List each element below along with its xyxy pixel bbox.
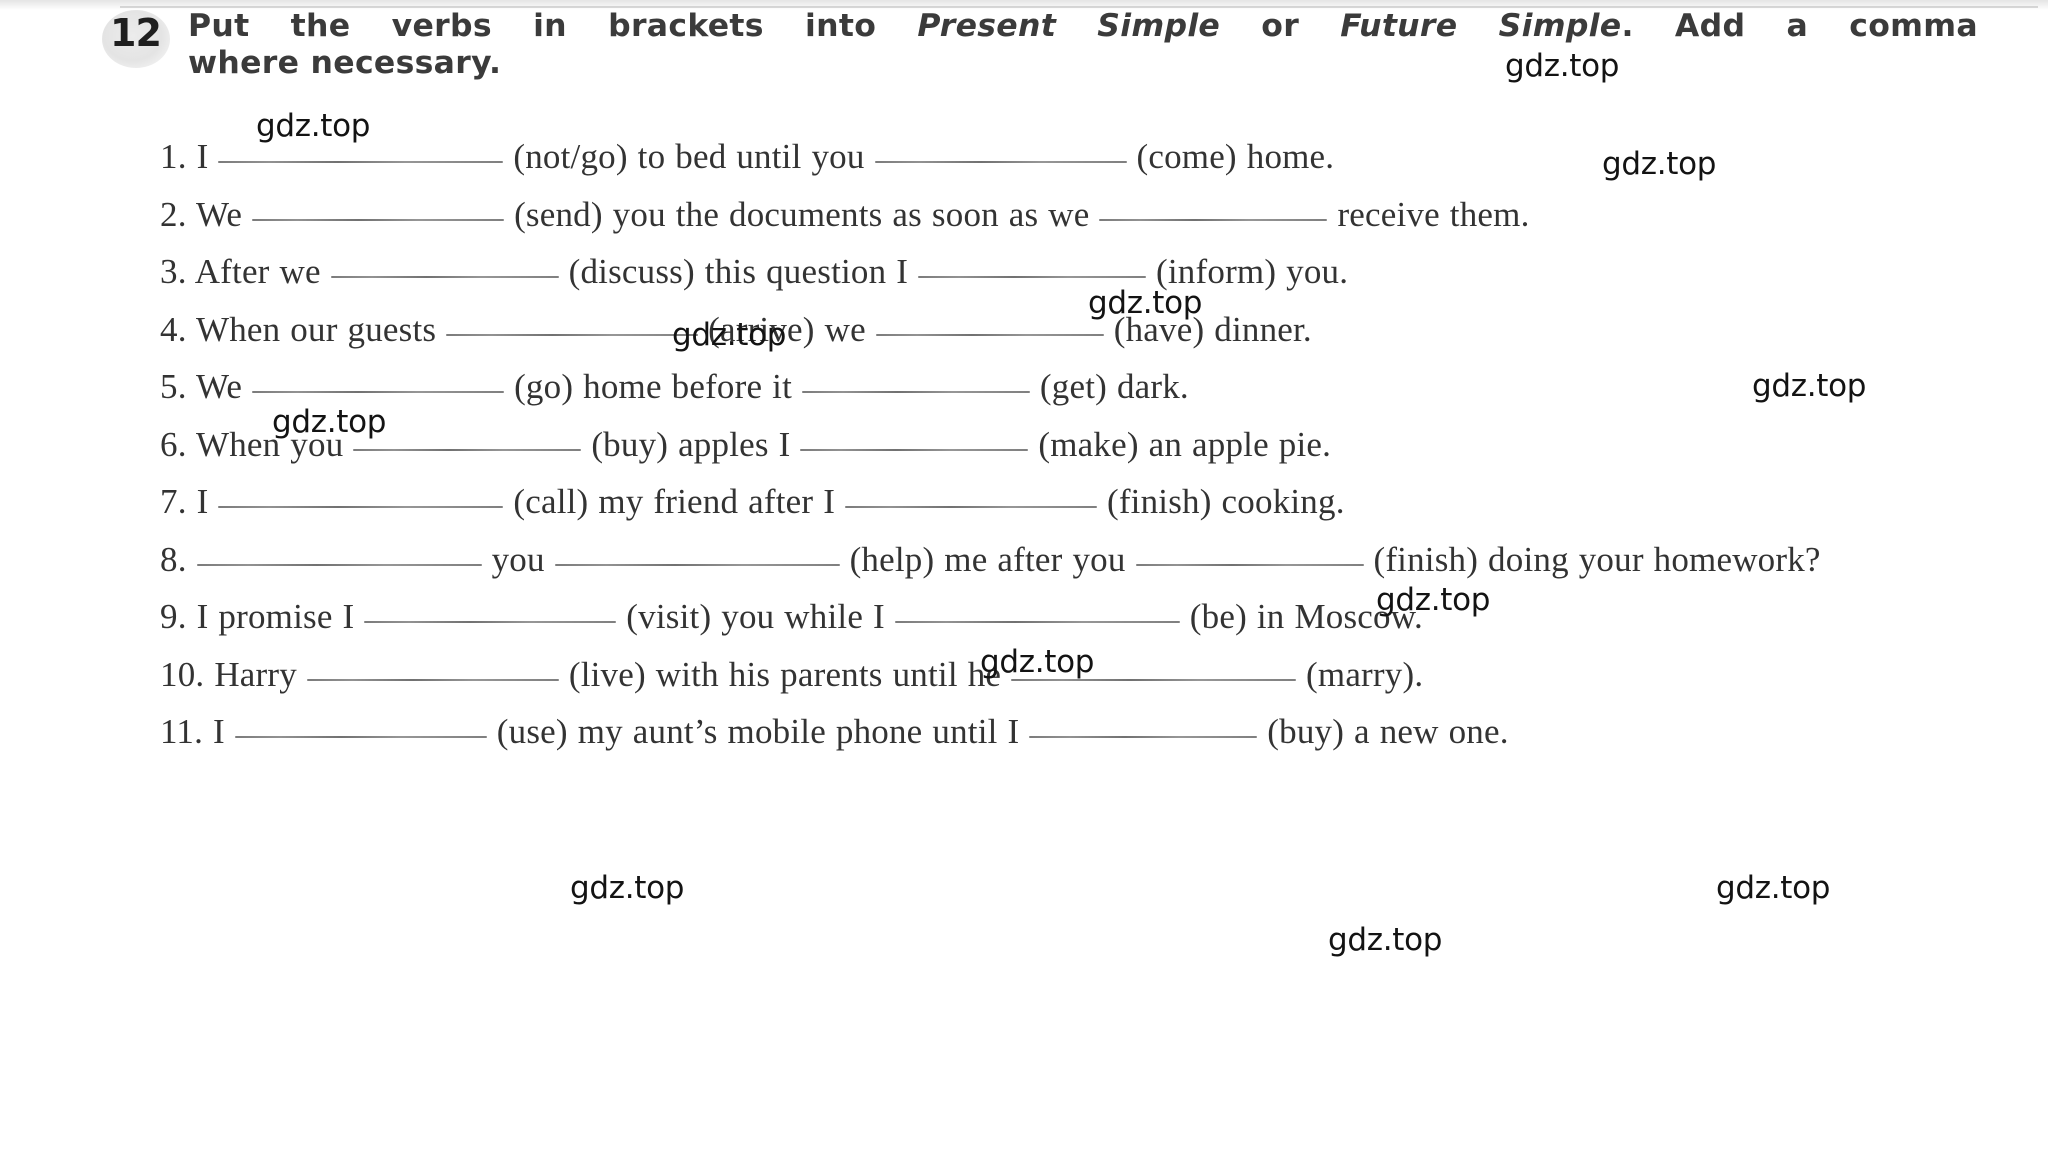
exercise-items: 1. I (not/go) to bed until you (come) ho… — [100, 128, 1975, 761]
item-text-c: (get) dark. — [1039, 367, 1189, 406]
answer-blank[interactable] — [875, 306, 1104, 341]
list-item: 10. Harry (live) with his parents until … — [100, 646, 1975, 704]
item-text-c: (come) home. — [1136, 137, 1335, 176]
answer-blank[interactable] — [1135, 536, 1364, 571]
list-item: 6. When you (buy) apples I (make) an app… — [100, 416, 1975, 474]
answer-blank[interactable] — [918, 248, 1147, 283]
item-text-a: I — [196, 137, 209, 176]
answer-blank[interactable] — [353, 421, 582, 456]
answer-blank[interactable] — [1029, 708, 1258, 743]
answer-blank[interactable] — [554, 536, 840, 571]
instruction-emphasis-present-simple: Present Simple — [917, 8, 1221, 44]
item-text-b: (not/go) to bed until you — [513, 137, 865, 176]
item-number: 5. — [160, 367, 187, 406]
item-text-b: (visit) you while I — [626, 597, 885, 636]
answer-blank[interactable] — [800, 421, 1029, 456]
list-item: 4. When our guests (arrive) we (have) di… — [100, 301, 1975, 359]
answer-blank[interactable] — [1099, 191, 1328, 226]
item-text-b: (discuss) this question I — [568, 252, 909, 291]
answer-blank[interactable] — [218, 133, 504, 168]
answer-blank[interactable] — [252, 363, 505, 398]
item-text-a: I — [196, 482, 209, 521]
item-number: 11. — [160, 712, 204, 751]
watermark-label: gdz.top — [1328, 922, 1443, 958]
item-text-c: receive them. — [1337, 194, 1530, 234]
item-text-d: Moscow. — [1294, 597, 1423, 636]
exercise-instruction-line-2: where necessary. — [188, 45, 502, 82]
item-text-b: you — [491, 539, 545, 579]
item-number: 1. — [160, 137, 187, 176]
item-number: 3. — [160, 252, 187, 291]
list-item: 5. We (go) home before it (get) dark. — [100, 358, 1975, 416]
item-text-c: (make) an apple pie. — [1038, 424, 1332, 464]
answer-blank[interactable] — [252, 191, 505, 226]
item-text-d: (finish) doing your homework? — [1373, 539, 1821, 579]
item-text-c: (help) me after you — [849, 539, 1126, 579]
list-item: 9. I promise I (visit) you while I (be) … — [100, 588, 1975, 646]
item-number: 2. — [160, 194, 187, 234]
item-number: 4. — [160, 309, 187, 349]
list-item: 2. We (send) you the documents as soon a… — [100, 186, 1975, 244]
item-text-b: (live) with his parents until he — [568, 654, 1002, 694]
watermark-label: gdz.top — [570, 870, 685, 906]
item-text-b: (call) my friend after I — [513, 482, 836, 521]
exercise-number-badge: 12 — [100, 8, 178, 70]
exercise-instruction-line-1: Put the verbs in brackets into Present S… — [188, 8, 1978, 44]
answer-blank[interactable] — [306, 651, 559, 686]
exercise-instruction: Put the verbs in brackets into Present S… — [178, 8, 1978, 83]
item-text-a: We — [195, 367, 243, 406]
instruction-part-1: Put the verbs in brackets into — [188, 8, 918, 44]
instruction-emphasis-future-simple: Future Simple — [1340, 8, 1622, 44]
answer-blank[interactable] — [845, 478, 1098, 513]
answer-blank[interactable] — [446, 306, 699, 341]
item-text-c: (be) in — [1189, 597, 1285, 636]
answer-blank[interactable] — [1011, 651, 1297, 686]
item-text-c: (inform) — [1156, 252, 1277, 291]
item-text-a: Harry — [214, 654, 297, 694]
item-text-a: We — [195, 194, 243, 234]
answer-blank[interactable] — [801, 363, 1030, 398]
watermark-label: gdz.top — [1716, 870, 1831, 906]
item-number: 6. — [160, 424, 187, 464]
answer-blank[interactable] — [234, 708, 487, 743]
item-number: 7. — [160, 482, 187, 521]
item-text-a: I promise I — [196, 597, 355, 636]
list-item: 7. I (call) my friend after I (finish) c… — [100, 473, 1975, 531]
answer-blank[interactable] — [330, 248, 559, 283]
answer-blank[interactable] — [364, 593, 617, 628]
list-item: 1. I (not/go) to bed until you (come) ho… — [100, 128, 1975, 186]
list-item: 11. I (use) my aunt’s mobile phone until… — [100, 703, 1975, 761]
item-text-d: you. — [1286, 252, 1349, 291]
answer-blank[interactable] — [196, 536, 482, 571]
item-text-a: After we — [194, 252, 321, 291]
item-text-b: (send) you the documents as soon as we — [514, 194, 1090, 234]
item-number: 10. — [160, 654, 205, 694]
item-number: 8. — [160, 539, 187, 579]
answer-blank[interactable] — [218, 478, 504, 513]
worksheet-page: 12 Put the verbs in brackets into Presen… — [0, 0, 2048, 1173]
item-text-a: I — [213, 712, 225, 751]
item-text-b: (go) home before it — [514, 367, 793, 406]
answer-blank[interactable] — [894, 593, 1180, 628]
item-text-c: (marry). — [1306, 654, 1424, 694]
item-number: 9. — [160, 597, 187, 636]
exercise-header: 12 Put the verbs in brackets into Presen… — [100, 8, 1978, 83]
answer-blank[interactable] — [874, 133, 1127, 168]
exercise-number: 12 — [110, 11, 162, 55]
item-text-a: When you — [195, 424, 344, 464]
item-text-b: (use) my aunt’s mobile phone until I — [496, 712, 1020, 751]
item-text-c: (finish) cooking. — [1106, 482, 1345, 521]
list-item: 3. After we (discuss) this question I (i… — [100, 243, 1975, 301]
item-text-c: (buy) a new one. — [1267, 712, 1509, 751]
item-text-b: (buy) apples I — [591, 424, 791, 464]
item-text-b: (arrive) we — [708, 309, 866, 349]
item-text-a: When our guests — [195, 309, 437, 349]
item-text-c: (have) dinner. — [1113, 309, 1312, 349]
list-item: 8. you (help) me after you (finish) doin… — [100, 531, 1975, 589]
